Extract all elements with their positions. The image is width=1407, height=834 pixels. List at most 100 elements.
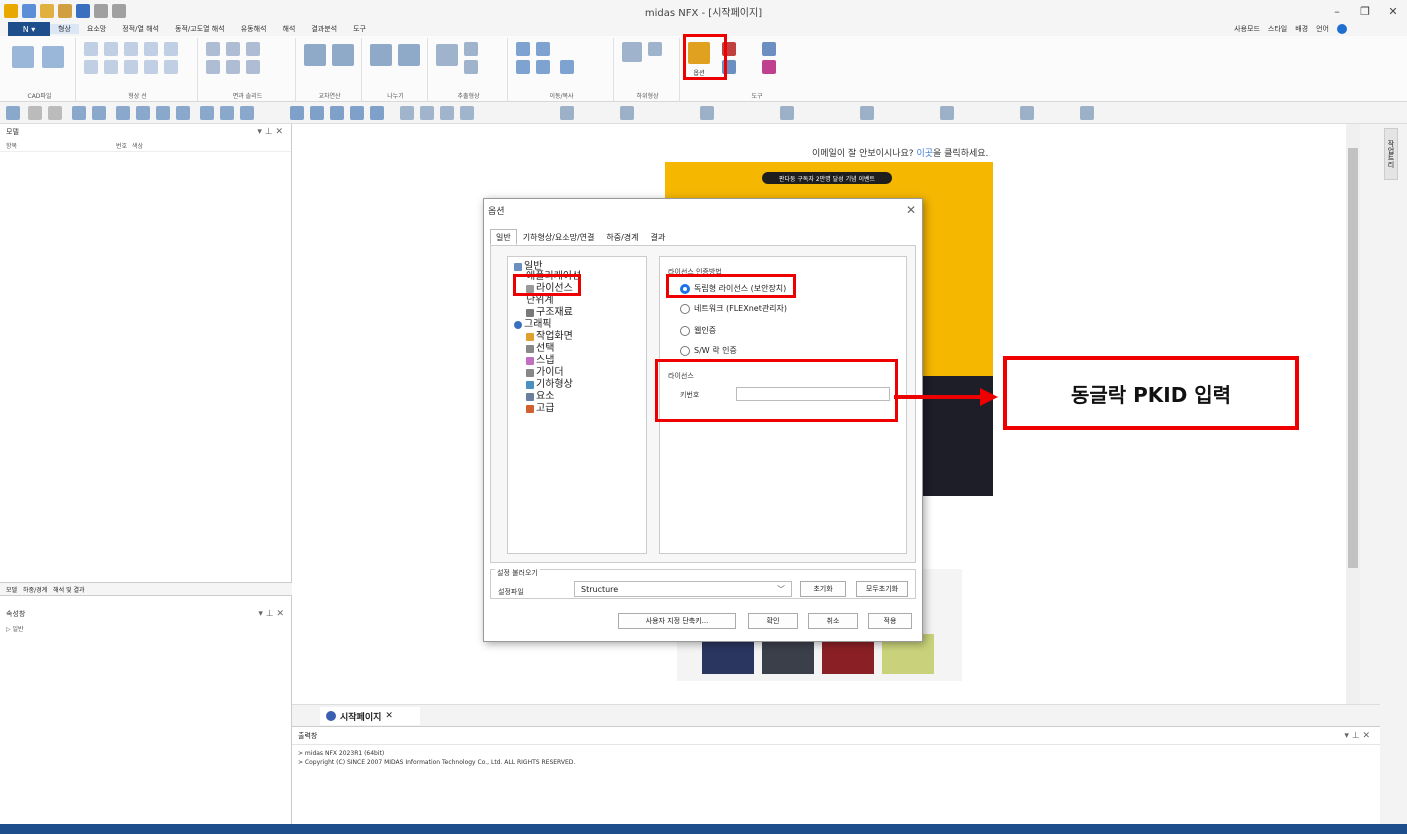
menu-analysis[interactable]: 해석: [274, 24, 303, 34]
tab-close-icon[interactable]: ✕: [385, 711, 393, 721]
pin-close-icon[interactable]: ▾ ⊥ ✕: [258, 609, 284, 619]
tab-analysis-results[interactable]: 해석 및 결과: [53, 585, 84, 594]
transparent-icon[interactable]: [350, 106, 364, 120]
rotate-view-icon[interactable]: [156, 106, 170, 120]
cone-icon[interactable]: [206, 60, 220, 74]
shade-icon[interactable]: [290, 106, 304, 120]
circle-icon[interactable]: [124, 42, 138, 56]
boolean-union-icon[interactable]: [304, 44, 326, 66]
line-icon[interactable]: [104, 42, 118, 56]
tab-load-boundary[interactable]: 하중/경계: [600, 229, 644, 245]
tab-general[interactable]: 일반: [490, 229, 517, 245]
select-icon[interactable]: [6, 106, 20, 120]
tab-load-boundary[interactable]: 하중/경계: [23, 585, 47, 594]
ok-button[interactable]: 확인: [748, 613, 798, 629]
fillet-icon[interactable]: [124, 60, 138, 74]
arrow-right-icon[interactable]: [420, 106, 434, 120]
arrow-up-icon[interactable]: [440, 106, 454, 120]
menu-geometry[interactable]: 형상: [50, 24, 79, 34]
canvas-scrollbar[interactable]: [1346, 124, 1360, 704]
lock-icon[interactable]: [28, 106, 42, 120]
measure-icon[interactable]: [780, 106, 794, 120]
tree-item-snap[interactable]: 스냅: [526, 355, 554, 366]
tree-item-guide[interactable]: 가이더: [526, 367, 564, 378]
tab-results[interactable]: 결과: [645, 229, 672, 245]
tool-4-icon[interactable]: [762, 60, 776, 74]
help-icon[interactable]: [1337, 24, 1347, 34]
zoom-fit-icon[interactable]: [92, 106, 106, 120]
pin-close-icon[interactable]: ▾ ⊥ ✕: [1344, 731, 1370, 741]
menu-static[interactable]: 정적/열 해석: [114, 24, 167, 34]
offset-icon[interactable]: [104, 60, 118, 74]
radio-web[interactable]: 웹인증: [680, 325, 716, 336]
wedge-icon[interactable]: [246, 60, 260, 74]
tree-item-material[interactable]: 구조재료: [526, 307, 573, 318]
work-tree-tab[interactable]: 작업트리: [1384, 128, 1398, 180]
menu-results[interactable]: 결과분석: [303, 24, 345, 34]
hidden-line-icon[interactable]: [330, 106, 344, 120]
extrude-icon[interactable]: [436, 44, 458, 66]
minimize-icon[interactable]: –: [1323, 0, 1351, 22]
polyline-icon[interactable]: [164, 42, 178, 56]
wireframe-icon[interactable]: [310, 106, 324, 120]
sphere-icon[interactable]: [246, 42, 260, 56]
trim-icon[interactable]: [144, 60, 158, 74]
mesh-display-icon[interactable]: [620, 106, 634, 120]
menu-style[interactable]: 스타일: [1268, 24, 1287, 34]
zoom-in-icon[interactable]: [116, 106, 130, 120]
maximize-icon[interactable]: ❐: [1351, 0, 1379, 22]
edge-icon[interactable]: [370, 106, 384, 120]
apply-button[interactable]: 적용: [868, 613, 912, 629]
menu-background[interactable]: 배경: [1295, 24, 1308, 34]
menu-tools[interactable]: 도구: [345, 24, 374, 34]
torus-icon[interactable]: [226, 60, 240, 74]
array-icon[interactable]: [560, 60, 574, 74]
zoom-out-icon[interactable]: [136, 106, 150, 120]
pan-icon[interactable]: [176, 106, 190, 120]
view-side-icon[interactable]: [240, 106, 254, 120]
cad-import-icon[interactable]: [12, 46, 34, 68]
tool-3-icon[interactable]: [762, 42, 776, 56]
tab-start-page[interactable]: 시작페이지 ✕: [320, 707, 420, 725]
menu-user-mode[interactable]: 사용모드: [1234, 24, 1260, 34]
sub-shape-icon[interactable]: [622, 42, 642, 62]
arc-icon[interactable]: [144, 42, 158, 56]
cad-export-icon[interactable]: [42, 46, 64, 68]
tab-model[interactable]: 모델: [6, 585, 17, 594]
boolean-subtract-icon[interactable]: [332, 44, 354, 66]
radio-sw-lock[interactable]: S/W 락 인증: [680, 345, 737, 356]
copy-icon[interactable]: [536, 42, 550, 56]
scrollbar-thumb[interactable]: [1348, 148, 1358, 568]
point-icon[interactable]: [84, 42, 98, 56]
tree-item-selection[interactable]: 선택: [526, 343, 554, 354]
pin-close-icon[interactable]: ▾ ⊥ ✕: [257, 127, 283, 137]
rotate-icon[interactable]: [516, 60, 530, 74]
tree-item-advanced[interactable]: 고급: [526, 403, 554, 414]
email-link[interactable]: 이곳: [916, 149, 933, 159]
sweep-icon[interactable]: [464, 60, 478, 74]
element-icon[interactable]: [1020, 106, 1034, 120]
property-general-item[interactable]: ▷ 일반: [6, 624, 24, 633]
tree-item-graphics[interactable]: 그래픽: [514, 319, 552, 330]
extend-icon[interactable]: [164, 60, 178, 74]
snap-icon[interactable]: [860, 106, 874, 120]
arrow-down-icon[interactable]: [460, 106, 474, 120]
split-face-icon[interactable]: [398, 44, 420, 66]
revolve-icon[interactable]: [464, 42, 478, 56]
menu-mesh[interactable]: 요소망: [79, 24, 114, 34]
grid-icon[interactable]: [700, 106, 714, 120]
tree-item-geometry[interactable]: 기하형상: [526, 379, 573, 390]
tree-item-workspace[interactable]: 작업화면: [526, 331, 573, 342]
unlock-icon[interactable]: [48, 106, 62, 120]
custom-shortcut-button[interactable]: 사용자 지정 단축키...: [618, 613, 736, 629]
menu-cfd[interactable]: 유동해석: [233, 24, 275, 34]
reset-button[interactable]: 초기화: [800, 581, 846, 597]
query-icon[interactable]: [1080, 106, 1094, 120]
settings-file-select[interactable]: Structure ﹀: [574, 581, 792, 597]
split-solid-icon[interactable]: [370, 44, 392, 66]
spline-icon[interactable]: [84, 60, 98, 74]
close-icon[interactable]: ✕: [1379, 0, 1407, 22]
cylinder-icon[interactable]: [226, 42, 240, 56]
sub-shape-2-icon[interactable]: [648, 42, 662, 56]
zoom-icon[interactable]: [72, 106, 86, 120]
